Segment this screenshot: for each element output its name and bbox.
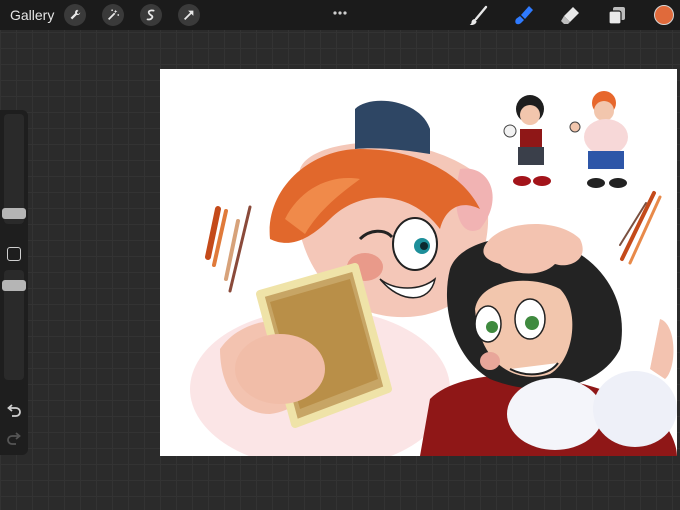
paint-swatch-strokes-right — [619, 191, 662, 265]
smudge-icon[interactable] — [512, 4, 536, 28]
black-haired-character — [420, 224, 677, 456]
paint-swatch-strokes-left — [205, 205, 252, 293]
gallery-button[interactable]: Gallery — [10, 7, 54, 23]
ellipsis-icon[interactable] — [332, 4, 348, 22]
artwork — [190, 87, 677, 456]
redo-icon[interactable] — [5, 430, 23, 448]
brush-size-handle[interactable] — [2, 208, 26, 219]
color-picker-button[interactable] — [654, 5, 674, 25]
wrench-icon[interactable] — [64, 4, 86, 26]
layers-icon[interactable] — [605, 4, 629, 28]
modifier-square-icon[interactable] — [7, 247, 21, 261]
reference-sketch-orange-haired — [568, 87, 642, 193]
undo-icon[interactable] — [5, 402, 23, 420]
top-toolbar: Gallery — [0, 0, 680, 30]
transform-arrow-icon[interactable] — [178, 4, 200, 26]
brush-icon[interactable] — [467, 4, 491, 28]
left-sidebar — [0, 110, 28, 455]
selection-icon[interactable] — [140, 4, 162, 26]
reference-sketch-black-haired — [498, 89, 564, 193]
eraser-icon[interactable] — [558, 4, 582, 28]
drawing-canvas[interactable] — [160, 69, 677, 456]
opacity-handle[interactable] — [2, 280, 26, 291]
magic-wand-icon[interactable] — [102, 4, 124, 26]
